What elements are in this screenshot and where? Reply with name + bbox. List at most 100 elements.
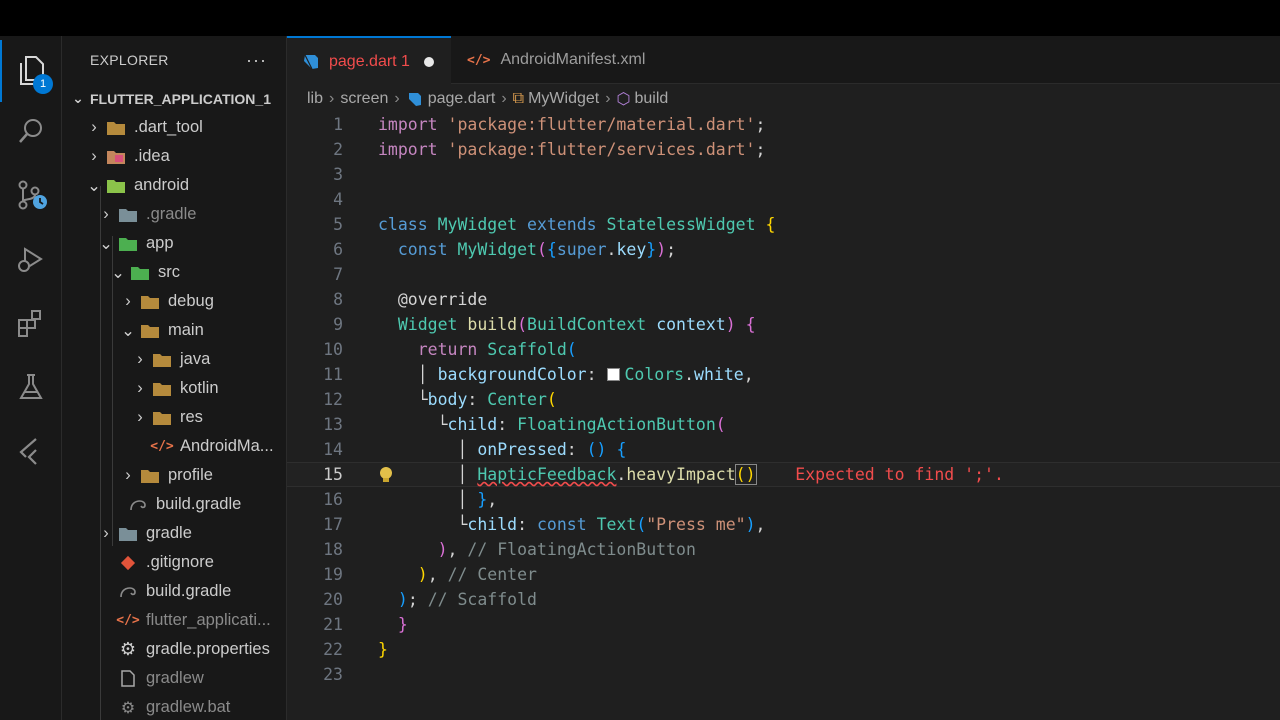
code-line: 23 <box>323 665 343 684</box>
dart-icon <box>406 91 422 107</box>
title-bar <box>0 0 1280 36</box>
code-line: 19 ), // Center <box>323 565 537 584</box>
tree-item[interactable]: ⌄ main <box>62 316 286 345</box>
class-icon: ⧉ <box>512 90 525 107</box>
tree-item[interactable]: ⌄ android <box>62 171 286 200</box>
code-line: 21 } <box>323 615 408 634</box>
chevron-right-icon: › <box>125 292 131 310</box>
chevron-right-icon: › <box>103 524 109 542</box>
xml-file-icon: </> <box>150 439 174 454</box>
tree-item[interactable]: build.gradle <box>62 490 286 519</box>
code-line: 5 class MyWidget extends StatelessWidget … <box>333 215 776 234</box>
code-line: 18 ), // FloatingActionButton <box>323 540 696 559</box>
code-line: 8 @override <box>333 290 488 309</box>
tree-item[interactable]: › kotlin <box>62 374 286 403</box>
tab-page-dart[interactable]: page.dart 1 <box>287 36 451 85</box>
tree-item[interactable]: .gitignore <box>62 548 286 577</box>
folder-gradle-icon <box>118 205 138 225</box>
tree-item[interactable]: › java <box>62 345 286 374</box>
folder-icon <box>140 466 160 486</box>
breadcrumb-item[interactable]: MyWidget <box>528 90 599 108</box>
tree-item[interactable]: ⚙ gradlew.bat <box>62 693 286 720</box>
tree-item[interactable]: ⌄ src <box>62 258 286 287</box>
code-line: 12 └body: Center( <box>323 390 557 409</box>
explorer-badge: 1 <box>33 74 53 94</box>
tab-android-manifest[interactable]: </> AndroidManifest.xml <box>453 36 659 84</box>
unsaved-dot-icon[interactable] <box>423 56 434 67</box>
breadcrumb-item[interactable]: screen <box>340 90 388 108</box>
gear-file-icon: ⚙ <box>119 639 137 659</box>
extensions-icon[interactable] <box>0 292 62 354</box>
chevron-right-icon: › <box>329 90 335 107</box>
testing-icon[interactable] <box>0 356 62 418</box>
code-line: 6 const MyWidget({super.key}); <box>333 240 677 259</box>
folder-app-icon <box>118 234 138 254</box>
chevron-right-icon: › <box>91 147 97 165</box>
tree-root[interactable]: ⌄ FLUTTER_APPLICATION_1 <box>62 84 286 113</box>
tree-item[interactable]: </> AndroidMa... <box>62 432 286 461</box>
run-debug-icon[interactable] <box>0 228 62 290</box>
tree-item[interactable]: › profile <box>62 461 286 490</box>
chevron-right-icon: › <box>394 90 400 107</box>
tree-item[interactable]: gradlew <box>62 664 286 693</box>
tree-item[interactable]: </> flutter_applicati... <box>62 606 286 635</box>
code-line: 7 <box>333 265 343 284</box>
git-file-icon <box>118 553 138 573</box>
explorer-title: EXPLORER <box>90 52 169 68</box>
code-line: 11 │ backgroundColor: Colors.white, <box>323 365 754 384</box>
folder-icon <box>140 292 160 312</box>
color-swatch[interactable] <box>606 368 620 381</box>
code-line: 2 import 'package:flutter/services.dart'; <box>333 140 766 159</box>
code-line: 22} <box>323 640 388 659</box>
xml-file-icon: </> <box>116 613 140 628</box>
explorer-icon[interactable]: 1 <box>0 40 62 102</box>
code-line: 1 import 'package:flutter/material.dart'; <box>333 115 766 134</box>
file-icon <box>118 669 138 689</box>
folder-src-icon <box>130 263 150 283</box>
tree-item[interactable]: › .gradle <box>62 200 286 229</box>
breadcrumb: lib › screen › page.dart › ⧉ MyWidget › … <box>307 86 668 112</box>
chevron-down-icon: ⌄ <box>99 234 113 253</box>
chevron-right-icon: › <box>137 350 143 368</box>
folder-icon <box>106 118 126 138</box>
chevron-right-icon: › <box>137 379 143 397</box>
tree-item[interactable]: › .dart_tool <box>62 113 286 142</box>
code-line: 13 └child: FloatingActionButton( <box>323 415 726 434</box>
tab-bar: page.dart 1 </> AndroidManifest.xml <box>287 36 1280 85</box>
folder-idea-icon <box>106 147 126 167</box>
tree-item[interactable]: › .idea <box>62 142 286 171</box>
breadcrumb-item[interactable]: page.dart <box>428 90 496 108</box>
gradle-file-icon <box>128 495 148 515</box>
chevron-right-icon: › <box>501 90 507 107</box>
chevron-down-icon: ⌄ <box>72 90 84 106</box>
method-icon: ⬡ <box>616 91 631 108</box>
chevron-down-icon: ⌄ <box>121 321 135 340</box>
gradle-file-icon <box>118 582 138 602</box>
folder-open-icon <box>140 321 160 341</box>
code-line: 9 Widget build(BuildContext context) { <box>333 315 756 334</box>
tree-item[interactable]: ⌄ app <box>62 229 286 258</box>
chevron-right-icon: › <box>605 90 611 107</box>
search-icon[interactable] <box>0 100 62 162</box>
tree-item[interactable]: ⚙ gradle.properties <box>62 635 286 664</box>
breadcrumb-item[interactable]: lib <box>307 90 323 108</box>
more-actions-icon[interactable]: ··· <box>246 50 267 71</box>
chevron-right-icon: › <box>103 205 109 223</box>
source-control-icon[interactable] <box>0 164 62 226</box>
tree-item[interactable]: build.gradle <box>62 577 286 606</box>
folder-gradle-icon <box>118 524 138 544</box>
tree-item[interactable]: › debug <box>62 287 286 316</box>
tree-item[interactable]: › gradle <box>62 519 286 548</box>
folder-icon <box>152 379 172 399</box>
inline-error-message: Expected to find ';'. <box>795 465 1004 484</box>
tree-item[interactable]: › res <box>62 403 286 432</box>
chevron-right-icon: › <box>125 466 131 484</box>
activity-bar: 1 <box>0 36 62 720</box>
flutter-icon[interactable] <box>0 420 62 482</box>
chevron-down-icon: ⌄ <box>87 176 101 195</box>
explorer-sidebar: EXPLORER ··· ⌄ FLUTTER_APPLICATION_1 › .… <box>62 36 287 720</box>
code-line: 4 <box>333 190 343 209</box>
editor-area: page.dart 1 </> AndroidManifest.xml lib … <box>287 36 1280 720</box>
breadcrumb-item[interactable]: build <box>635 90 669 108</box>
code-line-current: 15 │ HapticFeedback.heavyImpact() Expect… <box>287 462 1280 487</box>
